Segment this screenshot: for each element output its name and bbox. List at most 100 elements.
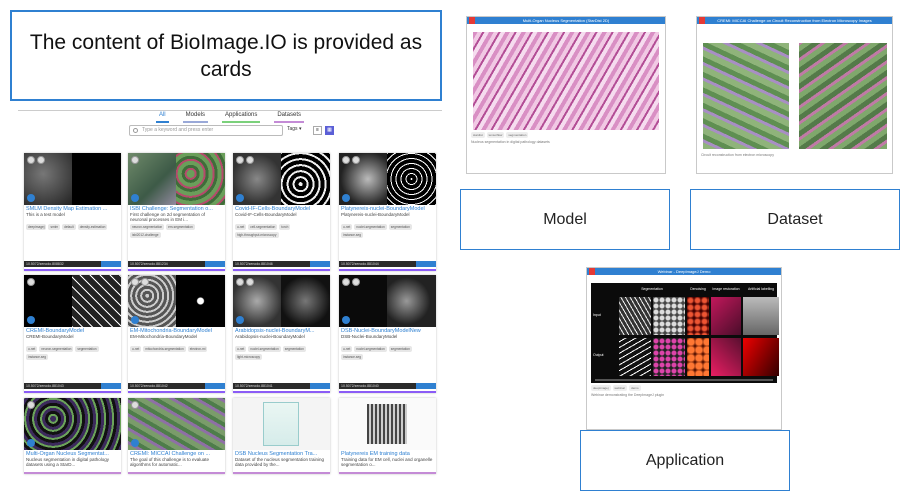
tag[interactable]: instance-seg — [341, 354, 364, 360]
card-title[interactable]: EM-Mitochondria-BoundaryModel — [128, 327, 225, 334]
row-label-input: Input — [593, 313, 601, 317]
badge-icon — [342, 278, 350, 286]
tag[interactable]: electron-mi — [187, 346, 208, 352]
search-input[interactable]: Type a keyword and press enter — [129, 125, 283, 136]
video-progress-bar[interactable] — [595, 379, 773, 381]
card-platynereis-em[interactable]: Platynereis EM training data Training da… — [339, 398, 436, 474]
model-type-icon — [27, 316, 35, 324]
tab-applications[interactable]: Applications — [221, 111, 261, 123]
list-view-button[interactable]: ≡ — [313, 126, 322, 135]
tags-dropdown[interactable]: Tags ▾ — [287, 126, 301, 132]
tag[interactable]: nuclei-segmentation — [354, 346, 387, 352]
doi-text: 10.5072/zenodo.881041 — [235, 384, 273, 388]
card-title[interactable]: Arabidopsis-nuclei-BoundaryM... — [233, 327, 330, 334]
model-type-icon — [131, 194, 139, 202]
doi-text: 10.5072/zenodo.881046 — [235, 262, 273, 266]
card-multi-organ[interactable]: Multi-Organ Nucleus Segmentat... Nucleus… — [24, 398, 121, 474]
tag[interactable]: isbi2012-challenge — [130, 232, 161, 238]
card-description: DSB-Nuclei-BoundaryModel — [341, 334, 398, 339]
doi-text: 10.5072/zenodo.881234 — [130, 262, 168, 266]
card-title[interactable]: SMLM Density Map Estimation ... — [24, 205, 121, 212]
app-window-title: Webinar - DeepImageJ Demo — [657, 269, 711, 274]
tab-datasets[interactable]: Datasets — [274, 111, 305, 123]
card-tags: neuron-segmentation em-segmentation isbi… — [128, 223, 225, 239]
tag[interactable]: u-net — [235, 224, 247, 230]
badge-icon — [27, 401, 35, 409]
col-header-labelling: Artificial labelling — [747, 287, 775, 291]
card-title[interactable]: ISBI Challenge: Segmentation o... — [128, 205, 225, 212]
tag[interactable]: u-net — [235, 346, 247, 352]
card-title[interactable]: Multi-Organ Nucleus Segmentat... — [24, 450, 121, 457]
tag[interactable]: segmentation — [75, 346, 99, 352]
download-button[interactable] — [310, 383, 330, 389]
card-arabidopsis-nuclei[interactable]: Arabidopsis-nuclei-BoundaryM... Arabidop… — [233, 275, 330, 393]
grid-view-button[interactable]: ▦ — [325, 126, 334, 135]
badge-icon — [131, 156, 139, 164]
card-platynereis-nuclei[interactable]: Platynereis-nuclei-BoundaryModel Platyne… — [339, 153, 436, 271]
card-title[interactable]: Platynereis-nuclei-BoundaryModel — [339, 205, 436, 212]
card-cremi-boundary[interactable]: CREMI-BoundaryModel CREMI-BoundaryModel … — [24, 275, 121, 393]
tag[interactable]: instance-seg — [26, 354, 49, 360]
dataset-window-toolbar — [697, 24, 892, 32]
video-player[interactable]: Segmentation Denoising Image restoration… — [591, 283, 779, 383]
download-button[interactable] — [205, 261, 225, 267]
dataset-window: CREMI: MICCAI Challenge on Circuit Recon… — [696, 16, 893, 174]
card-thumbnail — [128, 153, 225, 205]
download-button[interactable] — [416, 261, 436, 267]
download-button[interactable] — [205, 383, 225, 389]
card-covid-if[interactable]: Covid-IF-Cells-BoundaryModel Covid-IF-Ce… — [233, 153, 330, 271]
tag[interactable]: deepimagej — [26, 224, 47, 230]
tag[interactable]: u-net — [26, 346, 38, 352]
tag[interactable]: high-throughput-microscopy — [235, 232, 279, 238]
badge-icon — [352, 278, 360, 286]
em-image-left — [703, 43, 789, 149]
tag[interactable]: smlm — [48, 224, 61, 230]
tag[interactable]: instance-seg — [341, 232, 364, 238]
tab-all[interactable]: All — [155, 111, 169, 123]
card-cremi-dataset[interactable]: CREMI: MICCAI Challenge on ... The goal … — [128, 398, 225, 474]
dataset-type-icon — [27, 439, 35, 447]
download-button[interactable] — [310, 261, 330, 267]
card-description: This is a test model — [26, 212, 65, 217]
tag[interactable]: cell-segmentation — [248, 224, 278, 230]
tag[interactable]: default — [62, 224, 76, 230]
download-button[interactable] — [101, 261, 121, 267]
model-label-box: Model — [460, 189, 670, 250]
tag[interactable]: segmentation — [388, 346, 412, 352]
card-title[interactable]: Platynereis EM training data — [339, 450, 436, 457]
tag[interactable]: u-net — [341, 224, 353, 230]
tag[interactable]: mitochondria-segmentation — [143, 346, 186, 352]
card-isbi[interactable]: ISBI Challenge: Segmentation o... First … — [128, 153, 225, 271]
doi-text: 10.5072/zenodo.881044 — [341, 262, 379, 266]
card-smlm[interactable]: SMLM Density Map Estimation ... This is … — [24, 153, 121, 271]
tag[interactable]: u-net — [130, 346, 142, 352]
card-dsb-dataset[interactable]: DSB Nucleus Segmentation Tra... Dataset … — [233, 398, 330, 474]
card-title[interactable]: DSB Nucleus Segmentation Tra... — [233, 450, 330, 457]
tag[interactable]: light-microscopy — [235, 354, 263, 360]
tag[interactable]: nuclei-segmentation — [354, 224, 387, 230]
card-title[interactable]: DSB-Nuclei-BoundaryModelNew — [339, 327, 436, 334]
card-thumbnail — [24, 398, 121, 450]
tag[interactable]: nuclei-segmentation — [248, 346, 281, 352]
tag[interactable]: u-net — [341, 346, 353, 352]
tag[interactable]: em-segmentation — [166, 224, 195, 230]
card-dsb-nuclei[interactable]: DSB-Nuclei-BoundaryModelNew DSB-Nuclei-B… — [339, 275, 436, 393]
tab-models[interactable]: Models — [182, 111, 208, 123]
tag[interactable]: segmentation — [388, 224, 412, 230]
model-type-icon — [342, 316, 350, 324]
tag[interactable]: density-estimation — [77, 224, 108, 230]
headline-text: The content of BioImage.IO is provided a… — [29, 30, 423, 81]
tag[interactable]: torch — [279, 224, 291, 230]
card-title[interactable]: CREMI-BoundaryModel — [24, 327, 121, 334]
card-title[interactable]: Covid-IF-Cells-BoundaryModel — [233, 205, 330, 212]
card-doi: 10.5072/zenodo.881044 — [339, 261, 436, 267]
download-button[interactable] — [101, 383, 121, 389]
card-em-mitochondria[interactable]: EM-Mitochondria-BoundaryModel EM-Mitocho… — [128, 275, 225, 393]
tag[interactable]: neuron-segmentation — [39, 346, 74, 352]
em-image-right — [799, 43, 887, 149]
tag[interactable]: neuron-segmentation — [130, 224, 165, 230]
card-description: CREMI-BoundaryModel — [26, 334, 74, 339]
download-button[interactable] — [416, 383, 436, 389]
tag[interactable]: segmentation — [282, 346, 306, 352]
card-title[interactable]: CREMI: MICCAI Challenge on ... — [128, 450, 225, 457]
